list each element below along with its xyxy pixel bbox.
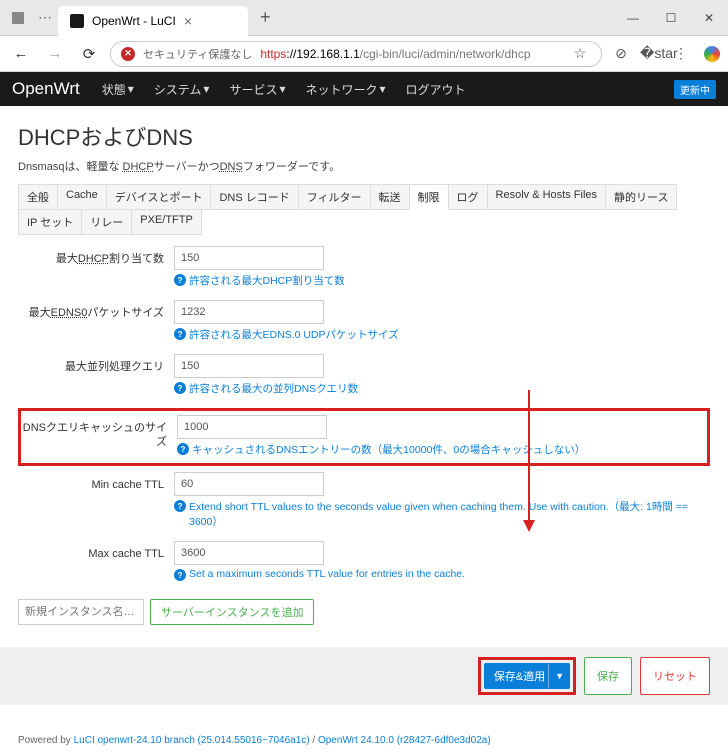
info-icon: ? (177, 443, 189, 455)
not-secure-icon[interactable]: ✕ (121, 47, 135, 61)
tab--[interactable]: フィルター (298, 184, 371, 210)
tab-dns-[interactable]: DNS レコード (210, 184, 298, 210)
window-minimize-button[interactable]: — (614, 0, 652, 36)
input-max-ttl[interactable] (174, 541, 324, 565)
info-icon: ? (174, 382, 186, 394)
add-instance-button[interactable]: サーバーインスタンスを追加 (150, 599, 314, 625)
tab--[interactable]: ログ (448, 184, 488, 210)
star-icon[interactable]: ☆ (569, 45, 591, 62)
browser-toolbar: ← → ⟳ ✕ セキュリティ保護なし https://192.168.1.1/c… (0, 36, 728, 72)
input-cache-size[interactable] (177, 415, 327, 439)
tab--[interactable]: 制限 (409, 184, 449, 210)
help-cache-size: キャッシュされるDNSエントリーの数（最大10000件、0の場合キャッシュしない… (192, 442, 585, 457)
tab--[interactable]: リレー (81, 209, 132, 235)
help-max-concurrent: 許容される最大の並列DNSクエリ数 (189, 381, 358, 396)
info-icon: ? (174, 569, 186, 581)
help-max-dhcp: 許容される最大DHCP割り当て数 (189, 273, 345, 288)
menu-system[interactable]: システム▾ (146, 81, 218, 98)
new-tab-button[interactable]: + (248, 7, 283, 28)
tab-bar: 全般CacheデバイスとポートDNS レコードフィルター転送制限ログResolv… (18, 184, 710, 234)
logo[interactable]: OpenWrt (12, 79, 80, 99)
input-max-dhcp[interactable] (174, 246, 324, 270)
input-min-ttl[interactable] (174, 472, 324, 496)
address-bar[interactable]: ✕ セキュリティ保護なし https://192.168.1.1/cgi-bin… (110, 41, 602, 67)
tab-title: OpenWrt - LuCI (92, 14, 176, 28)
help-max-ttl: Set a maximum seconds TTL value for entr… (189, 568, 465, 580)
help-max-edns: 許容される最大EDNS.0 UDPパケットサイズ (189, 327, 399, 342)
extensions-icon[interactable]: ⋮ (670, 45, 692, 62)
menu-network[interactable]: ネットワーク▾ (297, 81, 393, 98)
label-cache-size: DNSクエリキャッシュのサイズ (21, 415, 177, 450)
page-title: DHCPおよびDNS (18, 120, 710, 152)
highlight-cache-size: DNSクエリキャッシュのサイズ ?キャッシュされるDNSエントリーの数（最大10… (18, 408, 710, 466)
security-label: セキュリティ保護なし (143, 46, 252, 62)
tab-resolv-hosts-files[interactable]: Resolv & Hosts Files (487, 184, 606, 210)
window-maximize-button[interactable]: ☐ (652, 0, 690, 36)
label-max-concurrent: 最大並列処理クエリ (18, 354, 174, 374)
highlight-save-apply: 保存&適用 ▼ (478, 657, 576, 695)
footer-luci-link[interactable]: LuCI openwrt-24.10 branch (25.014.55016~… (74, 735, 310, 746)
input-max-edns[interactable] (174, 300, 324, 324)
menu-status[interactable]: 状態▾ (94, 81, 142, 98)
menu-logout[interactable]: ログアウト (398, 81, 474, 98)
label-max-ttl: Max cache TTL (18, 541, 174, 561)
chrome-ext-icon[interactable] (704, 46, 720, 62)
browser-tab-strip: ⋯ OpenWrt - LuCI × + — ☐ ✕ (0, 0, 728, 36)
menu-services[interactable]: サービス▾ (221, 81, 293, 98)
url-text: https://192.168.1.1/cgi-bin/luci/admin/n… (260, 47, 561, 61)
annotation-arrow (528, 390, 530, 528)
forward-button: → (42, 41, 68, 67)
save-apply-dropdown[interactable]: ▼ (548, 663, 570, 689)
tab-pxe-tftp[interactable]: PXE/TFTP (131, 209, 202, 235)
help-min-ttl: Extend short TTL values to the seconds v… (189, 499, 690, 529)
close-icon[interactable]: × (184, 13, 192, 29)
tab-menu-icon[interactable]: ⋯ (32, 9, 58, 26)
tab-ip-[interactable]: IP セット (18, 209, 82, 235)
action-bar: 保存&適用 ▼ 保存 リセット (0, 647, 728, 705)
reload-button[interactable]: ⟳ (76, 41, 102, 67)
save-button[interactable]: 保存 (584, 657, 632, 695)
label-min-ttl: Min cache TTL (18, 472, 174, 492)
app-header: OpenWrt 状態▾ システム▾ サービス▾ ネットワーク▾ ログアウト 更新… (0, 72, 728, 106)
tab--[interactable]: 転送 (370, 184, 410, 210)
page-description: Dnsmasqは、軽量な DHCPサーバーかつDNSフォワーダーです。 (18, 158, 710, 174)
input-new-instance[interactable] (18, 599, 144, 625)
favicon-icon (70, 14, 84, 28)
back-button[interactable]: ← (8, 41, 34, 67)
reset-button[interactable]: リセット (640, 657, 710, 695)
tab--[interactable]: デバイスとポート (106, 184, 212, 210)
info-icon: ? (174, 328, 186, 340)
label-max-dhcp: 最大DHCP割り当て数 (18, 246, 174, 266)
tab-list-icon[interactable] (12, 12, 24, 24)
tracking-icon[interactable]: ⊘ (610, 45, 632, 62)
refresh-badge[interactable]: 更新中 (674, 80, 716, 99)
info-icon: ? (174, 500, 186, 512)
info-icon: ? (174, 274, 186, 286)
browser-tab[interactable]: OpenWrt - LuCI × (58, 6, 248, 36)
window-close-button[interactable]: ✕ (690, 0, 728, 36)
save-apply-button[interactable]: 保存&適用 (484, 663, 555, 689)
favorites-icon[interactable]: �star (640, 45, 662, 62)
footer-openwrt-link[interactable]: OpenWrt 24.10.0 (r28427-6df0e3d02a) (318, 735, 491, 746)
label-max-edns: 最大EDNS0パケットサイズ (18, 300, 174, 320)
tab-cache[interactable]: Cache (57, 184, 107, 210)
footer: Powered by LuCI openwrt-24.10 branch (25… (0, 705, 728, 754)
input-max-concurrent[interactable] (174, 354, 324, 378)
tab--[interactable]: 静的リース (605, 184, 677, 210)
tab--[interactable]: 全般 (18, 184, 58, 210)
